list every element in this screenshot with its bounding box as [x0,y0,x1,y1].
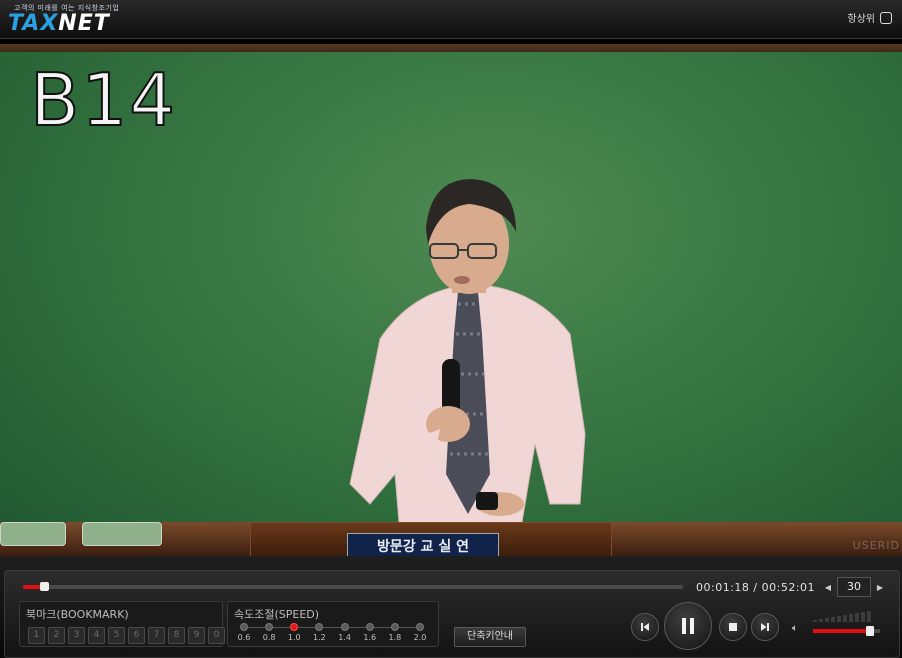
volume-fill [813,629,870,633]
video-viewport[interactable]: B14 방문강 교 실 연 USERID [0,44,902,556]
board-frame [0,44,902,52]
next-icon [761,623,769,631]
eraser-left [0,522,66,546]
speed-option-label: 0.8 [262,633,276,642]
bookmark-key[interactable]: 1 [28,627,45,644]
current-time: 00:01:18 [696,581,750,594]
prev-icon [641,623,649,631]
lecture-code-overlay: B14 [29,57,178,143]
user-watermark: USERID [852,539,900,552]
speed-option-dot[interactable] [390,623,399,631]
speed-option-label: 1.4 [338,633,351,642]
bookmark-title: 북마크(BOOKMARK) [26,608,129,621]
control-panel: 00:01:18 / 00:52:01 ◀ 30 ▶ 북마크(BOOKMARK)… [4,570,900,658]
speed-title: 속도조절(SPEED) [234,608,320,621]
skip-forward-icon[interactable]: ▶ [875,583,885,592]
speed-option-dot[interactable] [265,623,274,631]
skip-back-icon[interactable]: ◀ [823,583,833,592]
bookmark-key[interactable]: 2 [48,627,65,644]
volume-thumb[interactable] [865,626,874,636]
speed-option-dot[interactable] [340,623,349,631]
bookmark-key[interactable]: 0 [208,627,225,644]
bookmark-keys: 1 2 3 4 5 6 7 8 9 0 [28,627,225,644]
player-controls: 00:01:18 / 00:52:01 ◀ 30 ▶ 북마크(BOOKMARK)… [0,556,902,658]
eraser-right [82,522,162,546]
bookmark-group: 북마크(BOOKMARK) 1 2 3 4 5 6 7 8 9 0 [19,601,225,647]
stop-icon [729,623,737,631]
pause-button[interactable] [664,602,712,650]
bookmark-key[interactable]: 7 [148,627,165,644]
prev-button[interactable] [631,613,659,641]
speed-group: 속도조절(SPEED) 0.6 0.8 1.0 1.2 1.4 1.6 1.8 2.0 [227,601,439,647]
speed-option-dot[interactable] [315,623,324,631]
logo-tax: TAX [8,11,59,36]
logo-wordmark: TAXNET [8,13,119,35]
speed-option-dot[interactable] [416,623,424,631]
speed-option-label: 1.6 [363,633,377,642]
skip-seconds[interactable]: 30 [837,577,871,597]
duration-time: 00:52:01 [761,581,816,594]
bookmark-key[interactable]: 3 [68,627,85,644]
always-on-top-toggle[interactable]: 항상위 [847,10,892,25]
volume-icon[interactable]: 🔈︎ [792,623,798,634]
checkbox-icon[interactable] [880,11,892,24]
always-on-top-label: 항상위 [847,14,875,25]
stop-button[interactable] [719,613,747,641]
taxnet-logo: 고객의 미래를 여는 지식창조기업 TAXNET [8,3,119,35]
volume-level-bars [813,611,871,622]
time-separator: / [753,581,758,594]
logo-net: NET [58,11,110,36]
seek-bar[interactable] [23,582,683,591]
bookmark-key[interactable]: 4 [88,627,105,644]
shortcut-guide-button[interactable]: 단축키안내 [454,627,526,647]
seek-progress [23,585,40,589]
bookmark-key[interactable]: 8 [168,627,185,644]
speed-option-label: 2.0 [413,633,427,642]
speed-option-dot[interactable] [365,623,374,631]
speed-option-dot[interactable] [240,623,248,631]
speed-option-label: 0.6 [237,633,251,642]
speed-option-label: 1.0 [287,633,301,642]
seek-thumb[interactable] [39,582,49,591]
title-bar: 고객의 미래를 여는 지식창조기업 TAXNET 항상위 [0,0,902,39]
volume-slider[interactable] [813,626,880,636]
podium-nameplate: 방문강 교 실 연 [347,533,499,556]
bookmark-key[interactable]: 9 [188,627,205,644]
bookmark-key[interactable]: 5 [108,627,125,644]
speed-option-label: 1.8 [388,633,402,642]
podium: 방문강 교 실 연 [250,522,612,556]
presenter-figure [349,179,586,534]
time-display: 00:01:18 / 00:52:01 [696,581,815,594]
skip-control: ◀ 30 ▶ [823,577,885,597]
next-button[interactable] [751,613,779,641]
pause-icon [682,618,694,634]
bookmark-key[interactable]: 6 [128,627,145,644]
speed-option-label: 1.2 [313,633,326,642]
speed-option-dot[interactable] [290,623,299,631]
